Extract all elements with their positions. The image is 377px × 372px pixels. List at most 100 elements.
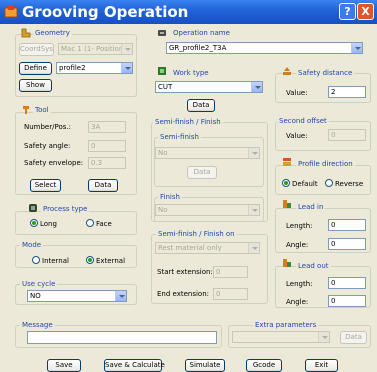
close-button[interactable]: X: [357, 3, 374, 20]
lead-in-angle-label: Angle:: [286, 241, 309, 249]
finish-value: No: [158, 206, 168, 214]
coordsys-select[interactable]: Mac 1 (1- Position): [58, 43, 133, 55]
profile-default-radio[interactable]: [282, 179, 290, 187]
start-extension-label: Start extension:: [157, 268, 213, 276]
gcode-button[interactable]: Gcode: [246, 359, 282, 372]
mode-external-radio[interactable]: [86, 256, 94, 264]
tool-icon: [23, 106, 29, 114]
chevron-down-icon: [251, 82, 262, 92]
mode-title: Mode: [20, 241, 44, 249]
geometry-icon: [21, 28, 31, 38]
save-button[interactable]: Save: [47, 359, 81, 372]
extra-parameters-title: Extra parameters: [253, 321, 319, 329]
use-cycle-title: Use cycle: [20, 280, 58, 288]
lead-in-icon: [283, 200, 291, 208]
tool-number-field[interactable]: 3A: [88, 121, 126, 133]
safety-angle-label: Safety angle:: [24, 142, 71, 150]
operation-icon: [158, 30, 166, 36]
app-icon: [4, 6, 18, 18]
lead-in-length-label: Length:: [286, 222, 313, 230]
chevron-down-icon: [318, 332, 329, 342]
safety-distance-value-label: Value:: [286, 89, 308, 97]
semi-finish-on-title: Semi-finish / Finish on: [156, 230, 237, 238]
safety-distance-title: Safety distance: [296, 69, 355, 77]
semi-finish-on-value: Rest material only: [158, 244, 222, 252]
finish-title: Finish: [158, 193, 182, 201]
chevron-down-icon: [351, 43, 362, 53]
operation-name-value: GR_profile2_T3A: [169, 44, 227, 52]
define-button[interactable]: Define: [19, 62, 52, 75]
extra-parameters-select[interactable]: [232, 331, 330, 343]
tool-number-label: Number/Pos.:: [24, 123, 71, 131]
second-offset-title: Second offset: [277, 117, 329, 125]
profile-select[interactable]: profile2: [56, 62, 133, 74]
lead-out-length-label: Length:: [286, 280, 313, 288]
process-face-radio[interactable]: [86, 219, 94, 227]
profile-direction-title: Profile direction: [296, 160, 355, 168]
process-type-icon: [29, 204, 37, 212]
work-type-icon: [158, 67, 166, 75]
semi-finish-data-button[interactable]: Data: [187, 166, 217, 179]
chevron-down-icon: [248, 148, 259, 158]
lead-out-icon: [283, 259, 291, 267]
chevron-down-icon: [248, 205, 259, 215]
semi-finish-value: No: [158, 149, 168, 157]
mode-external-label: External: [96, 257, 126, 265]
lead-out-angle-field[interactable]: 0: [328, 295, 366, 307]
lead-out-title: Lead out: [296, 262, 331, 270]
lead-in-angle-field[interactable]: 0: [328, 238, 366, 250]
start-extension-field[interactable]: 0: [213, 266, 248, 278]
mode-internal-radio[interactable]: [32, 256, 40, 264]
operation-name-select[interactable]: GR_profile2_T3A: [166, 42, 363, 54]
window-title: Grooving Operation: [22, 3, 189, 21]
end-extension-label: End extension:: [157, 290, 210, 298]
semi-finish-group: [154, 137, 264, 187]
use-cycle-value: NO: [30, 292, 41, 300]
work-type-select[interactable]: CUT: [155, 81, 263, 93]
finish-select[interactable]: No: [155, 204, 260, 216]
exit-button[interactable]: Exit: [305, 359, 338, 372]
use-cycle-select[interactable]: NO: [27, 290, 127, 302]
process-long-radio[interactable]: [30, 219, 38, 227]
profile-reverse-label: Reverse: [335, 180, 364, 188]
chevron-down-icon: [121, 63, 132, 73]
semi-finish-select[interactable]: No: [155, 147, 260, 159]
tool-data-button[interactable]: Data: [88, 179, 118, 192]
tool-title: Tool: [33, 106, 51, 114]
second-offset-value-label: Value:: [286, 132, 308, 140]
tool-select-button[interactable]: Select: [30, 179, 61, 192]
work-type-title: Work type: [171, 69, 211, 77]
show-button[interactable]: Show: [19, 79, 52, 92]
message-field[interactable]: [27, 331, 217, 344]
geometry-title: Geometry: [33, 29, 72, 37]
coordsys-button[interactable]: CoordSys: [19, 43, 54, 56]
safety-distance-field[interactable]: 2: [328, 86, 366, 98]
save-calculate-button[interactable]: Save & Calculate: [104, 359, 165, 372]
end-extension-field[interactable]: 0: [213, 288, 248, 300]
second-offset-field[interactable]: 0: [328, 129, 366, 141]
profile-default-label: Default: [292, 180, 318, 188]
work-type-value: CUT: [158, 83, 173, 91]
simulate-button[interactable]: Simulate: [185, 359, 225, 372]
profile-direction-icon: [283, 158, 291, 166]
process-long-label: Long: [40, 220, 57, 228]
lead-in-length-field[interactable]: 0: [328, 219, 366, 231]
chevron-down-icon: [121, 44, 132, 54]
chevron-down-icon: [115, 291, 126, 301]
safety-angle-field[interactable]: 0: [88, 140, 126, 152]
extra-parameters-data-button[interactable]: Data: [340, 331, 367, 344]
profile-value: profile2: [59, 64, 86, 72]
profile-reverse-radio[interactable]: [325, 179, 333, 187]
process-type-title: Process type: [41, 205, 90, 213]
semi-finish-finish-title: Semi-finish / Finish: [153, 118, 223, 126]
chevron-down-icon: [248, 243, 259, 253]
lead-out-angle-label: Angle:: [286, 298, 309, 306]
lead-out-length-field[interactable]: 0: [328, 277, 366, 289]
semi-finish-title: Semi-finish: [158, 133, 201, 141]
semi-finish-on-select[interactable]: Rest material only: [155, 242, 260, 254]
help-button[interactable]: ?: [339, 3, 356, 20]
safety-envelope-field[interactable]: 0.3: [88, 157, 126, 169]
mode-internal-label: Internal: [42, 257, 69, 265]
work-type-data-button[interactable]: Data: [187, 99, 215, 112]
safety-envelope-label: Safety envelope:: [24, 159, 84, 167]
